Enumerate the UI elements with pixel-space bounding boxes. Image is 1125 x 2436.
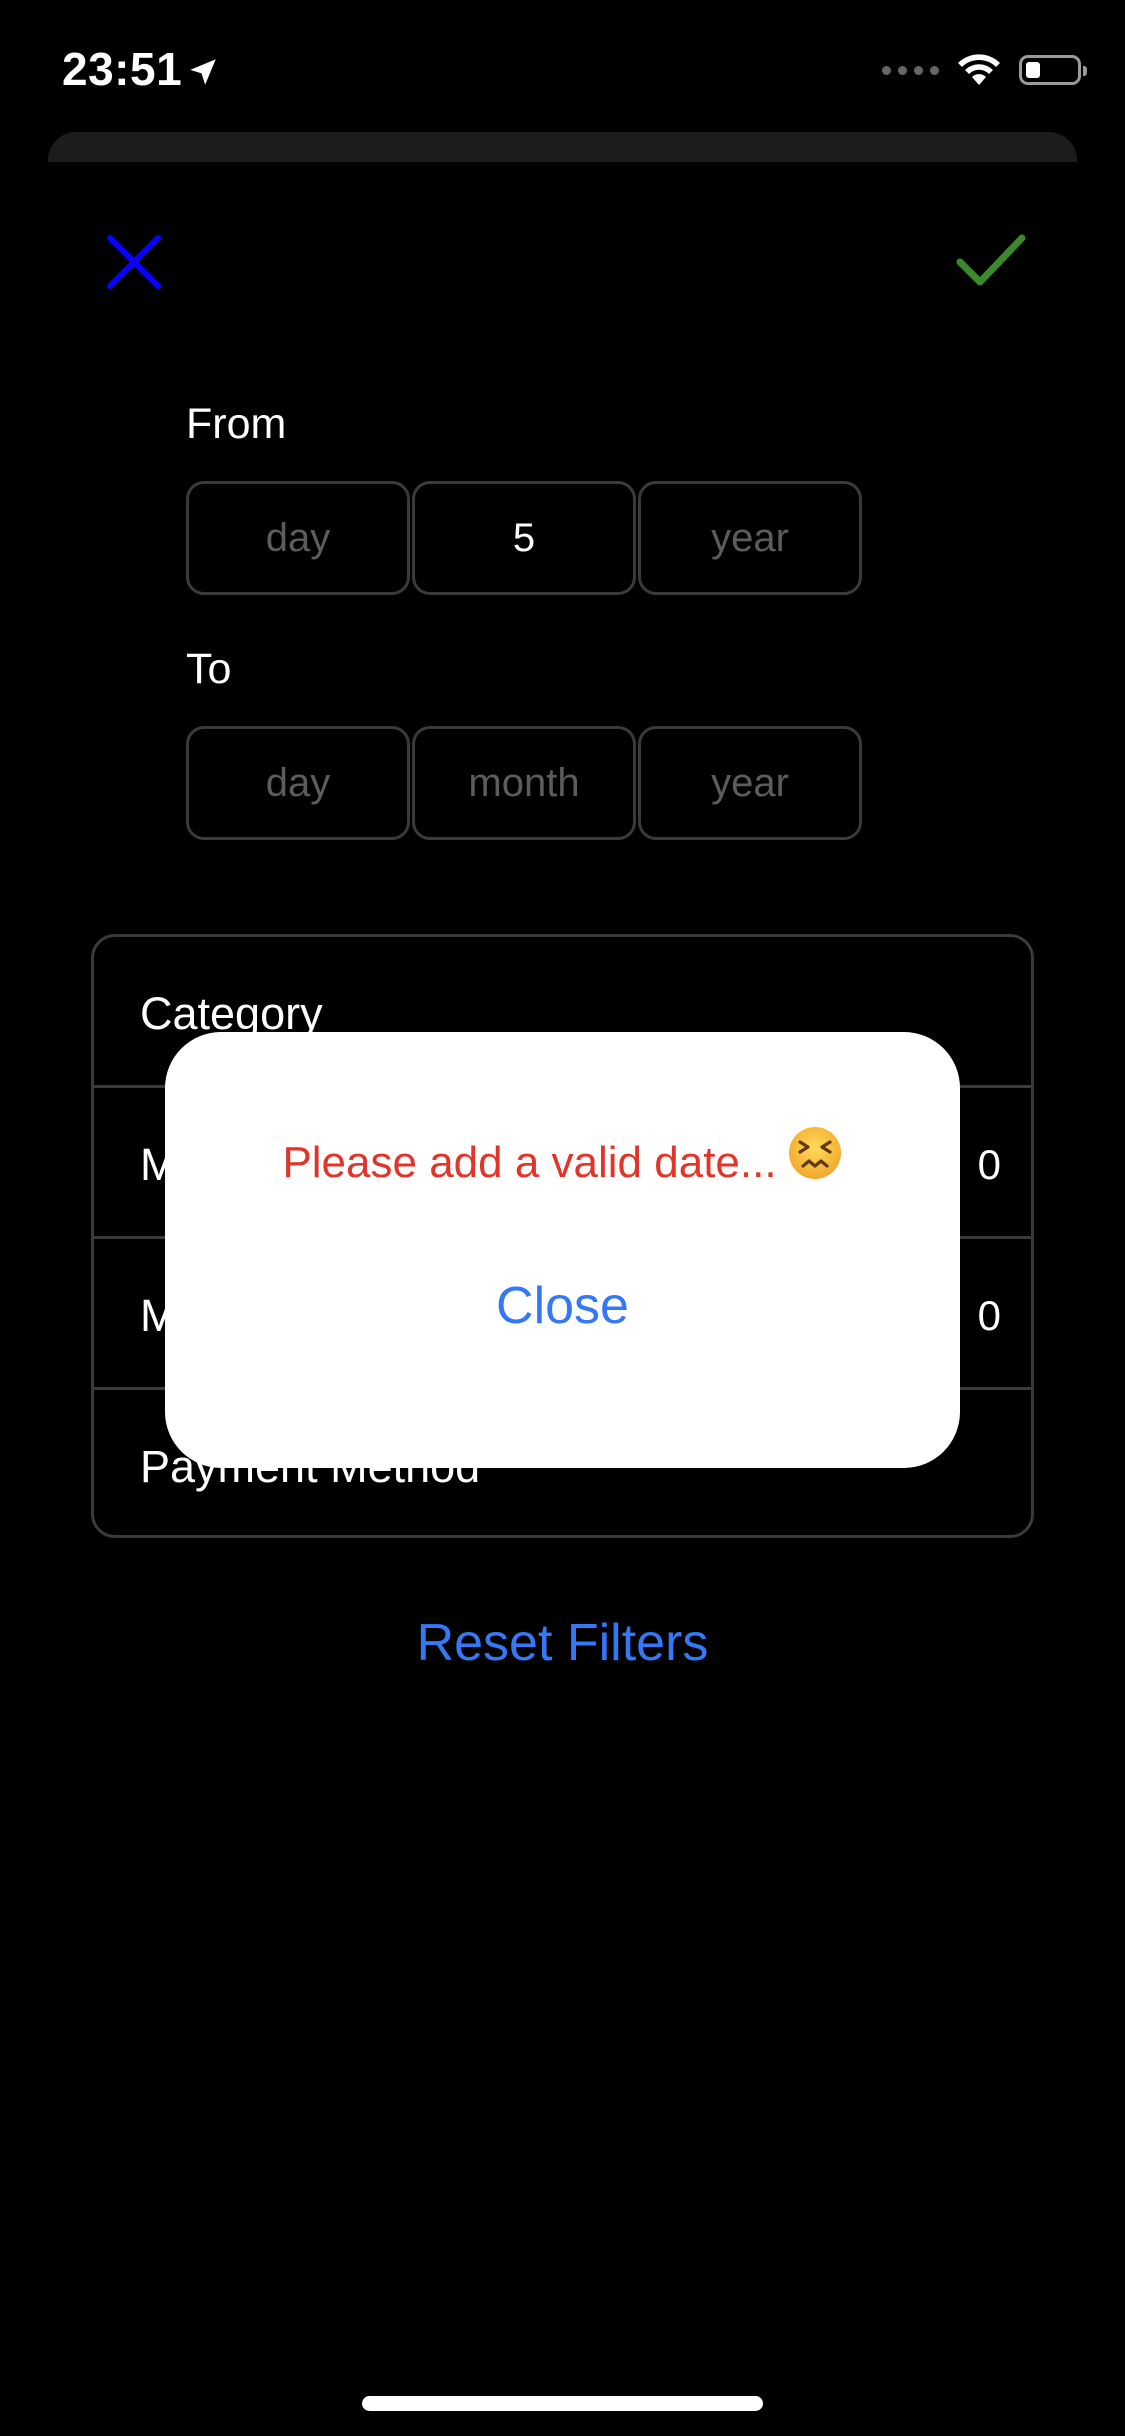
alert-dialog: Please add a valid date... Close [165, 1032, 960, 1468]
alert-message: Please add a valid date... [165, 1127, 960, 1197]
to-day-input[interactable] [186, 726, 410, 840]
to-label: To [186, 645, 232, 693]
to-year-input[interactable] [638, 726, 862, 840]
alert-message-text: Please add a valid date... [282, 1138, 777, 1187]
sheet-top-edge [48, 132, 1077, 162]
confounded-face-icon [787, 1125, 843, 1197]
location-arrow-icon [186, 44, 220, 102]
reset-filters-button[interactable]: Reset Filters [0, 1611, 1125, 1675]
from-year-input[interactable] [638, 481, 862, 595]
battery-icon [1019, 55, 1087, 85]
status-time: 23:51 [62, 40, 220, 102]
to-month-input[interactable] [412, 726, 636, 840]
wifi-icon [958, 54, 1000, 85]
from-month-input[interactable] [412, 481, 636, 595]
checkmark-icon[interactable] [956, 232, 1026, 290]
close-icon[interactable] [104, 232, 164, 292]
from-label: From [186, 400, 287, 448]
filter-value: 0 [977, 1292, 1001, 1339]
status-time-text: 23:51 [62, 43, 183, 95]
alert-close-button[interactable]: Close [165, 1274, 960, 1338]
status-indicators [882, 48, 1087, 92]
cellular-signal-icon [882, 65, 939, 75]
to-date-row [186, 726, 862, 840]
from-date-row [186, 481, 862, 595]
filter-value: 0 [977, 1141, 1001, 1188]
from-day-input[interactable] [186, 481, 410, 595]
home-indicator[interactable] [362, 2396, 763, 2411]
